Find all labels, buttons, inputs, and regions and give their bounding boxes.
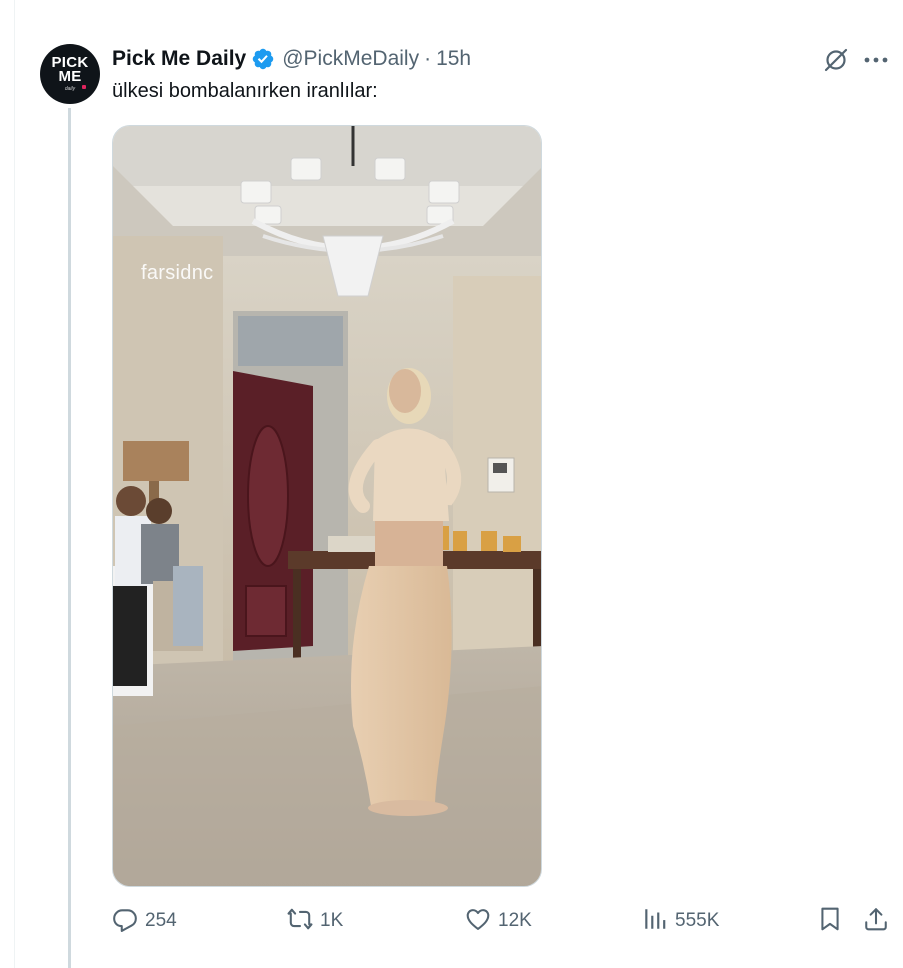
views-count: 555K: [675, 910, 720, 931]
thread-line: [68, 108, 71, 968]
header-separator: ·: [424, 47, 432, 70]
avatar-text-line2: ME: [58, 68, 82, 85]
author-name[interactable]: Pick Me Daily: [112, 47, 246, 71]
tweet-header: Pick Me Daily @PickMeDaily · 15h: [112, 44, 471, 74]
share-button[interactable]: [863, 904, 889, 938]
like-icon: [465, 906, 491, 937]
tweet-media-video[interactable]: farsidnc: [112, 125, 542, 887]
tweet-timestamp[interactable]: 15h: [436, 47, 471, 71]
author-handle[interactable]: @PickMeDaily: [282, 47, 419, 71]
repost-button[interactable]: 1K: [287, 904, 343, 938]
views-button[interactable]: 555K: [642, 904, 719, 938]
repost-icon: [287, 906, 313, 937]
timeline-left-border: [14, 0, 15, 968]
grok-icon[interactable]: [822, 46, 850, 74]
tweet-text: ülkesi bombalanırken iranlılar:: [112, 80, 378, 102]
reply-count: 254: [145, 910, 177, 931]
views-icon: [642, 906, 668, 937]
repost-count: 1K: [320, 910, 344, 931]
bookmark-button[interactable]: [817, 904, 843, 938]
bookmark-icon: [817, 906, 843, 937]
like-count: 12K: [498, 910, 532, 931]
reply-icon: [112, 906, 138, 937]
like-button[interactable]: 12K: [465, 904, 532, 938]
avatar-text-line3: daily: [64, 86, 76, 92]
video-watermark: farsidnc: [141, 262, 214, 284]
avatar-accent-dot: [82, 85, 86, 89]
video-frame-illustration: [113, 126, 541, 886]
verified-badge-icon[interactable]: [251, 47, 275, 71]
reply-button[interactable]: 254: [112, 904, 177, 938]
share-icon: [863, 906, 889, 937]
tweet-action-bar: 254 1K 12K 555K: [112, 904, 892, 938]
more-options-icon[interactable]: [862, 46, 890, 74]
avatar[interactable]: PICK ME daily: [40, 44, 100, 104]
